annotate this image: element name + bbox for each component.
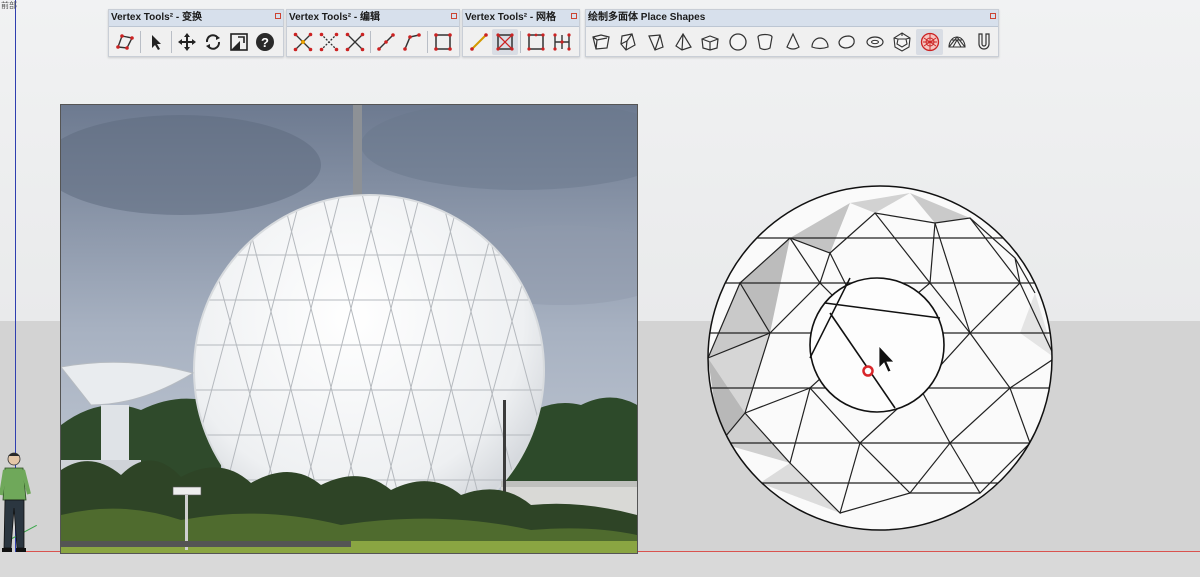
connect-edge-icon[interactable]: [373, 29, 399, 55]
tube-shape-icon[interactable]: [751, 29, 778, 55]
geodesic-sphere-model[interactable]: [700, 183, 1062, 533]
select-vertex-icon[interactable]: [112, 29, 138, 55]
toolbar-place-shapes[interactable]: 绘制多面体 Place Shapes: [585, 9, 999, 57]
wedge-shape-icon[interactable]: [642, 29, 669, 55]
quad-edge-icon[interactable]: [430, 29, 456, 55]
circle-shape-icon[interactable]: [724, 29, 751, 55]
mesh-quad-icon[interactable]: [523, 29, 549, 55]
status-strip: [0, 552, 1200, 577]
toolbar-close-icon[interactable]: [451, 13, 457, 19]
svg-text:?: ?: [261, 35, 269, 50]
geodesic-radome-photo[interactable]: [60, 104, 638, 554]
scale-icon[interactable]: [226, 29, 252, 55]
bevel-edge-icon[interactable]: [399, 29, 425, 55]
toolbar-title[interactable]: Vertex Tools² - 网格: [463, 10, 579, 27]
weld-vertices-icon[interactable]: [316, 29, 342, 55]
toolbar-vertex-transform[interactable]: Vertex Tools² - 变换 ?: [108, 9, 284, 57]
toolbar-title[interactable]: Vertex Tools² - 编辑: [287, 10, 459, 27]
lens-shape-icon[interactable]: [834, 29, 861, 55]
torus-shape-icon[interactable]: [861, 29, 888, 55]
toolbar-vertex-edit[interactable]: Vertex Tools² - 编辑: [286, 9, 460, 57]
split-vertices-icon[interactable]: [342, 29, 368, 55]
help-icon[interactable]: ?: [252, 29, 278, 55]
scale-figure[interactable]: [0, 450, 34, 555]
toolbar-vertex-mesh[interactable]: Vertex Tools² - 网格: [462, 9, 580, 57]
rotate-icon[interactable]: [200, 29, 226, 55]
cone-shape-icon[interactable]: [779, 29, 806, 55]
dodecahedron-shape-icon[interactable]: [888, 29, 915, 55]
box-shape-icon[interactable]: [587, 29, 614, 55]
geodesic-sphere-shape-icon[interactable]: [915, 28, 944, 55]
pointer-icon[interactable]: [143, 29, 169, 55]
draw-line-icon[interactable]: [466, 29, 492, 55]
prism-shape-icon[interactable]: [614, 29, 641, 55]
mesh-grid-icon[interactable]: [549, 29, 575, 55]
grid-subdivide-icon[interactable]: [492, 28, 518, 55]
inference-point: [862, 365, 874, 377]
half-sphere-shape-icon[interactable]: [806, 29, 833, 55]
cylinder-shape-icon[interactable]: [697, 29, 724, 55]
merge-vertices-icon[interactable]: [290, 29, 316, 55]
toolbar-close-icon[interactable]: [571, 13, 577, 19]
tetrahedron-shape-icon[interactable]: [669, 29, 696, 55]
move-icon[interactable]: [174, 29, 200, 55]
toolbar-close-icon[interactable]: [990, 13, 996, 19]
scene-tab-label[interactable]: 前部: [1, 0, 17, 11]
dome-shape-icon[interactable]: [943, 29, 970, 55]
toolbar-title[interactable]: Vertex Tools² - 变换: [109, 10, 283, 27]
toolbar-title[interactable]: 绘制多面体 Place Shapes: [586, 10, 998, 27]
sketchup-viewport[interactable]: 前部 Vertex Tools² - 变换 ? Vertex Tools² - …: [0, 0, 1200, 577]
toolbar-close-icon[interactable]: [275, 13, 281, 19]
u-shape-icon[interactable]: [971, 29, 998, 55]
